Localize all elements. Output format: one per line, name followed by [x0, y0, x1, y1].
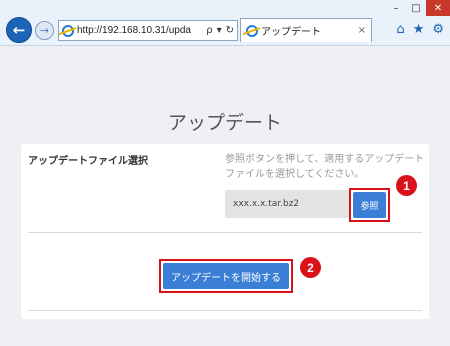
file-name-field[interactable]: xxx.x.x.tar.bz2 — [225, 190, 349, 218]
tab-ie-icon — [246, 24, 258, 37]
update-card: アップデートファイル選択 参照ボタンを押して、適用するアップデートファイルを選択… — [21, 144, 429, 319]
window-controls: – □ ✕ — [386, 0, 450, 16]
browser-toolbar: – □ ✕ ← → http://192.168.10.31/upda ρ ▾ … — [0, 0, 450, 46]
page-content: アップデート アップデートファイル選択 参照ボタンを押して、適用するアップデート… — [0, 47, 450, 346]
browse-highlight: 参照 — [349, 188, 390, 222]
page-title: アップデート — [167, 112, 282, 134]
search-icon[interactable]: ρ — [206, 25, 212, 36]
settings-icon[interactable]: ⚙ — [432, 22, 444, 37]
favorites-icon[interactable]: ★ — [413, 22, 425, 37]
browse-button[interactable]: 参照 — [353, 192, 386, 218]
ie-page-icon — [62, 24, 74, 37]
divider — [28, 232, 422, 233]
step-marker-2: 2 — [300, 257, 321, 278]
dropdown-icon[interactable]: ▾ — [217, 25, 222, 36]
tab-close-icon[interactable]: × — [358, 25, 366, 36]
back-button[interactable]: ← — [6, 17, 32, 43]
forward-button[interactable]: → — [35, 21, 54, 40]
minimize-button[interactable]: – — [386, 0, 406, 16]
file-select-label: アップデートファイル選択 — [28, 156, 148, 167]
tab-update[interactable]: アップデート × — [240, 18, 372, 42]
divider — [28, 310, 422, 311]
help-text: 参照ボタンを押して、適用するアップデートファイルを選択してください。 — [225, 154, 425, 180]
tab-title: アップデート — [261, 27, 321, 38]
refresh-icon[interactable]: ↻ — [226, 25, 234, 36]
address-bar[interactable]: http://192.168.10.31/upda ρ ▾ ↻ — [58, 20, 238, 41]
url-text[interactable]: http://192.168.10.31/upda — [77, 25, 204, 36]
maximize-button[interactable]: □ — [406, 0, 426, 16]
home-icon[interactable]: ⌂ — [396, 22, 404, 37]
step-marker-1: 1 — [396, 175, 417, 196]
close-window-button[interactable]: ✕ — [426, 0, 450, 16]
start-highlight: アップデートを開始する — [159, 259, 293, 293]
address-actions: ρ ▾ ↻ — [206, 25, 234, 36]
browser-tools: ⌂ ★ ⚙ — [396, 22, 444, 37]
start-update-button[interactable]: アップデートを開始する — [163, 263, 289, 289]
